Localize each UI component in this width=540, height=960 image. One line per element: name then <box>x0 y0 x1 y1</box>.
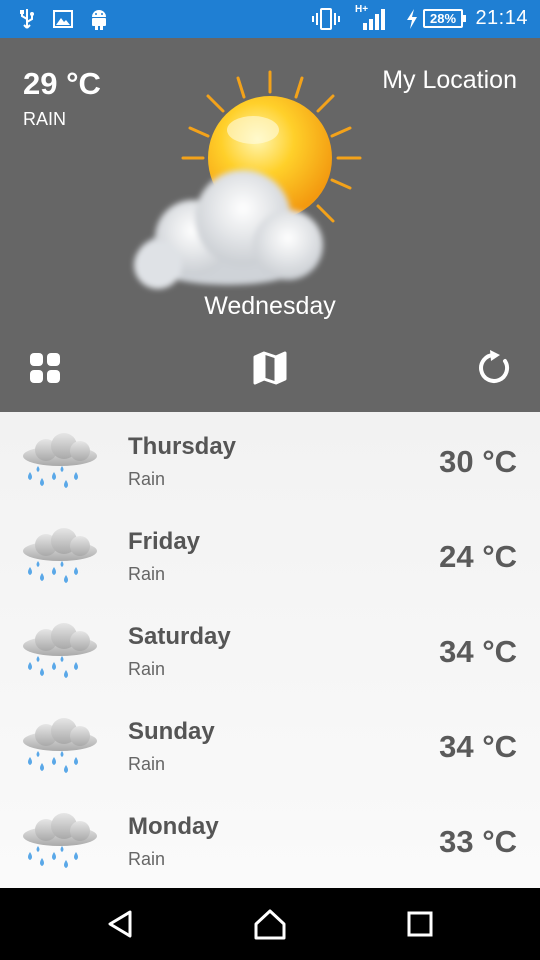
image-icon <box>53 10 73 28</box>
rain-cloud-icon <box>20 622 100 682</box>
forecast-temperature: 30 °C <box>439 444 517 479</box>
forecast-condition: Rain <box>128 469 166 489</box>
recents-icon[interactable] <box>402 906 438 942</box>
forecast-temperature: 34 °C <box>439 729 517 764</box>
forecast-day: Sunday <box>128 718 215 745</box>
rain-cloud-icon <box>20 432 100 492</box>
current-weather-panel: 29 °C RAIN My Location Wednesday <box>0 38 540 412</box>
battery-indicator: 28% <box>423 9 466 28</box>
grid-icon[interactable] <box>25 348 65 388</box>
usb-icon <box>20 9 34 29</box>
forecast-condition: Rain <box>128 659 166 679</box>
rain-cloud-icon <box>20 717 100 777</box>
forecast-condition: Rain <box>128 754 166 774</box>
forecast-day: Saturday <box>128 623 231 650</box>
forecast-temperature: 33 °C <box>439 824 517 859</box>
forecast-temperature: 34 °C <box>439 634 517 669</box>
forecast-day: Friday <box>128 528 201 555</box>
rain-cloud-icon <box>20 812 100 872</box>
current-temperature: 29 °C <box>23 66 101 101</box>
vibrate-icon <box>312 8 340 30</box>
clock: 21:14 <box>475 7 528 29</box>
charging-icon <box>407 9 417 29</box>
forecast-list: Thursday Rain 30 °C Friday Rain 24 °C Sa… <box>0 412 540 888</box>
forecast-day: Monday <box>128 813 219 840</box>
current-day: Wednesday <box>204 292 336 320</box>
navigation-bar <box>0 888 540 960</box>
map-icon[interactable] <box>250 348 290 388</box>
signal-icon <box>363 9 385 30</box>
forecast-row[interactable]: Sunday Rain 34 °C <box>0 697 540 792</box>
forecast-condition: Rain <box>128 849 166 869</box>
forecast-row[interactable]: Thursday Rain 30 °C <box>0 412 540 507</box>
home-icon[interactable] <box>252 906 288 942</box>
status-bar: H+ 28% 21:14 <box>0 0 540 38</box>
forecast-row[interactable]: Friday Rain 24 °C <box>0 507 540 602</box>
rain-cloud-icon <box>20 527 100 587</box>
forecast-temperature: 24 °C <box>439 539 517 574</box>
refresh-icon[interactable] <box>474 348 514 388</box>
forecast-day: Thursday <box>128 433 237 460</box>
back-icon[interactable] <box>102 906 138 942</box>
forecast-row[interactable]: Monday Rain 33 °C <box>0 792 540 887</box>
android-icon <box>92 10 106 30</box>
sun-cloud-icon <box>134 70 362 289</box>
forecast-row[interactable]: Saturday Rain 34 °C <box>0 602 540 697</box>
current-condition: RAIN <box>23 109 67 129</box>
forecast-condition: Rain <box>128 564 166 584</box>
location-label[interactable]: My Location <box>382 66 517 95</box>
